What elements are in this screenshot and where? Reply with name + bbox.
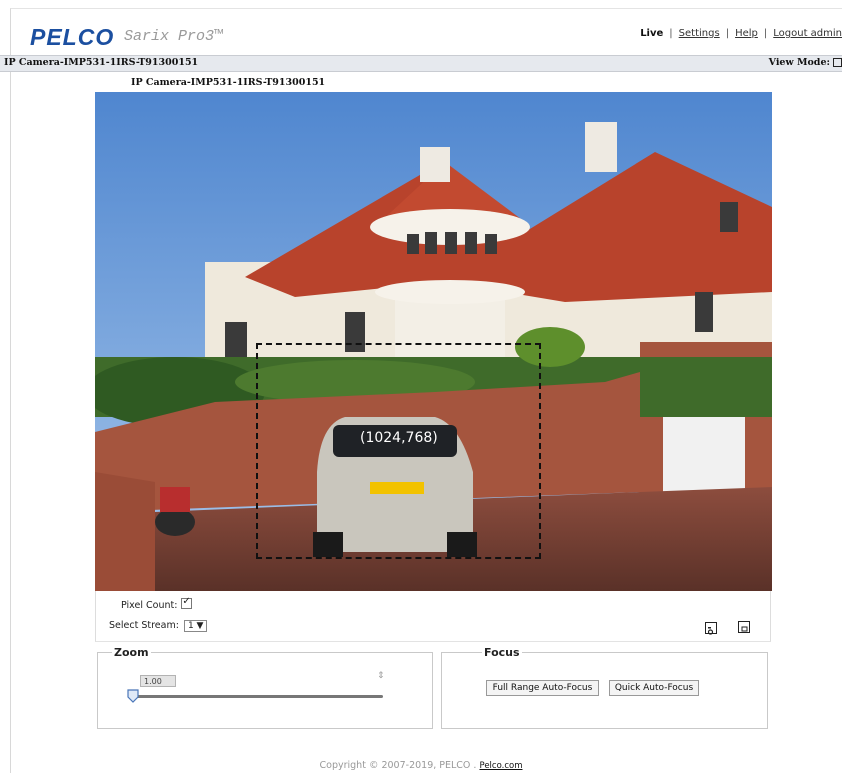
select-stream-row: Select Stream: 1 ▼: [109, 620, 208, 632]
view-mode: View Mode:: [769, 57, 842, 68]
footer: Copyright © 2007-2019, PELCO . Pelco.com: [0, 760, 842, 771]
pixel-count-checkbox[interactable]: [181, 596, 193, 609]
pixel-count-overlay[interactable]: [256, 343, 541, 559]
camera-bar: IP Camera-IMP531-1IRS-T91300151 View Mod…: [0, 55, 842, 72]
full-range-autofocus-button[interactable]: Full Range Auto-Focus: [486, 680, 599, 696]
camera-bar-title: IP Camera-IMP531-1IRS-T91300151: [4, 57, 199, 68]
snapshot-icon[interactable]: [705, 622, 717, 635]
select-stream-text: Select Stream:: [109, 620, 179, 631]
view-mode-icon[interactable]: [833, 58, 842, 67]
nav-settings[interactable]: Settings: [679, 28, 720, 39]
focus-legend: Focus: [484, 646, 520, 659]
video-controls-panel: [95, 591, 771, 642]
nav-logout[interactable]: Logout admin: [773, 28, 842, 39]
zoom-spinner-icon[interactable]: ⇕: [377, 672, 385, 681]
zoom-value-field[interactable]: 1.00: [140, 675, 176, 687]
nav-separator: |: [763, 28, 768, 39]
zoom-slider-track[interactable]: [131, 695, 383, 698]
stream-select[interactable]: 1 ▼: [183, 620, 208, 632]
popout-window-icon[interactable]: [738, 621, 750, 633]
nav-live[interactable]: Live: [640, 28, 663, 39]
stream-value: 1: [187, 621, 194, 631]
video-title: IP Camera-IMP531-1IRS-T91300151: [131, 77, 326, 88]
pixel-count-label: (1024,768): [360, 430, 438, 446]
view-mode-label: View Mode:: [768, 57, 830, 68]
product-name: Sarix Pro3™: [124, 28, 224, 45]
copyright-text: Copyright © 2007-2019, PELCO .: [319, 760, 477, 771]
quick-autofocus-button[interactable]: Quick Auto-Focus: [609, 680, 699, 696]
nav-separator: |: [669, 28, 673, 39]
pixel-count-row: Pixel Count:: [121, 596, 193, 611]
top-navigation: Live | Settings | Help | Logout admin: [640, 28, 842, 39]
pixel-count-text: Pixel Count:: [121, 600, 178, 611]
zoom-legend: Zoom: [114, 646, 149, 659]
nav-separator: |: [725, 28, 730, 39]
chevron-down-icon: ▼: [196, 621, 204, 631]
zoom-slider-thumb[interactable]: [127, 689, 139, 703]
pelco-logo: PELCO: [30, 24, 115, 50]
pelco-link[interactable]: Pelco.com: [480, 761, 523, 771]
nav-help[interactable]: Help: [735, 28, 758, 39]
